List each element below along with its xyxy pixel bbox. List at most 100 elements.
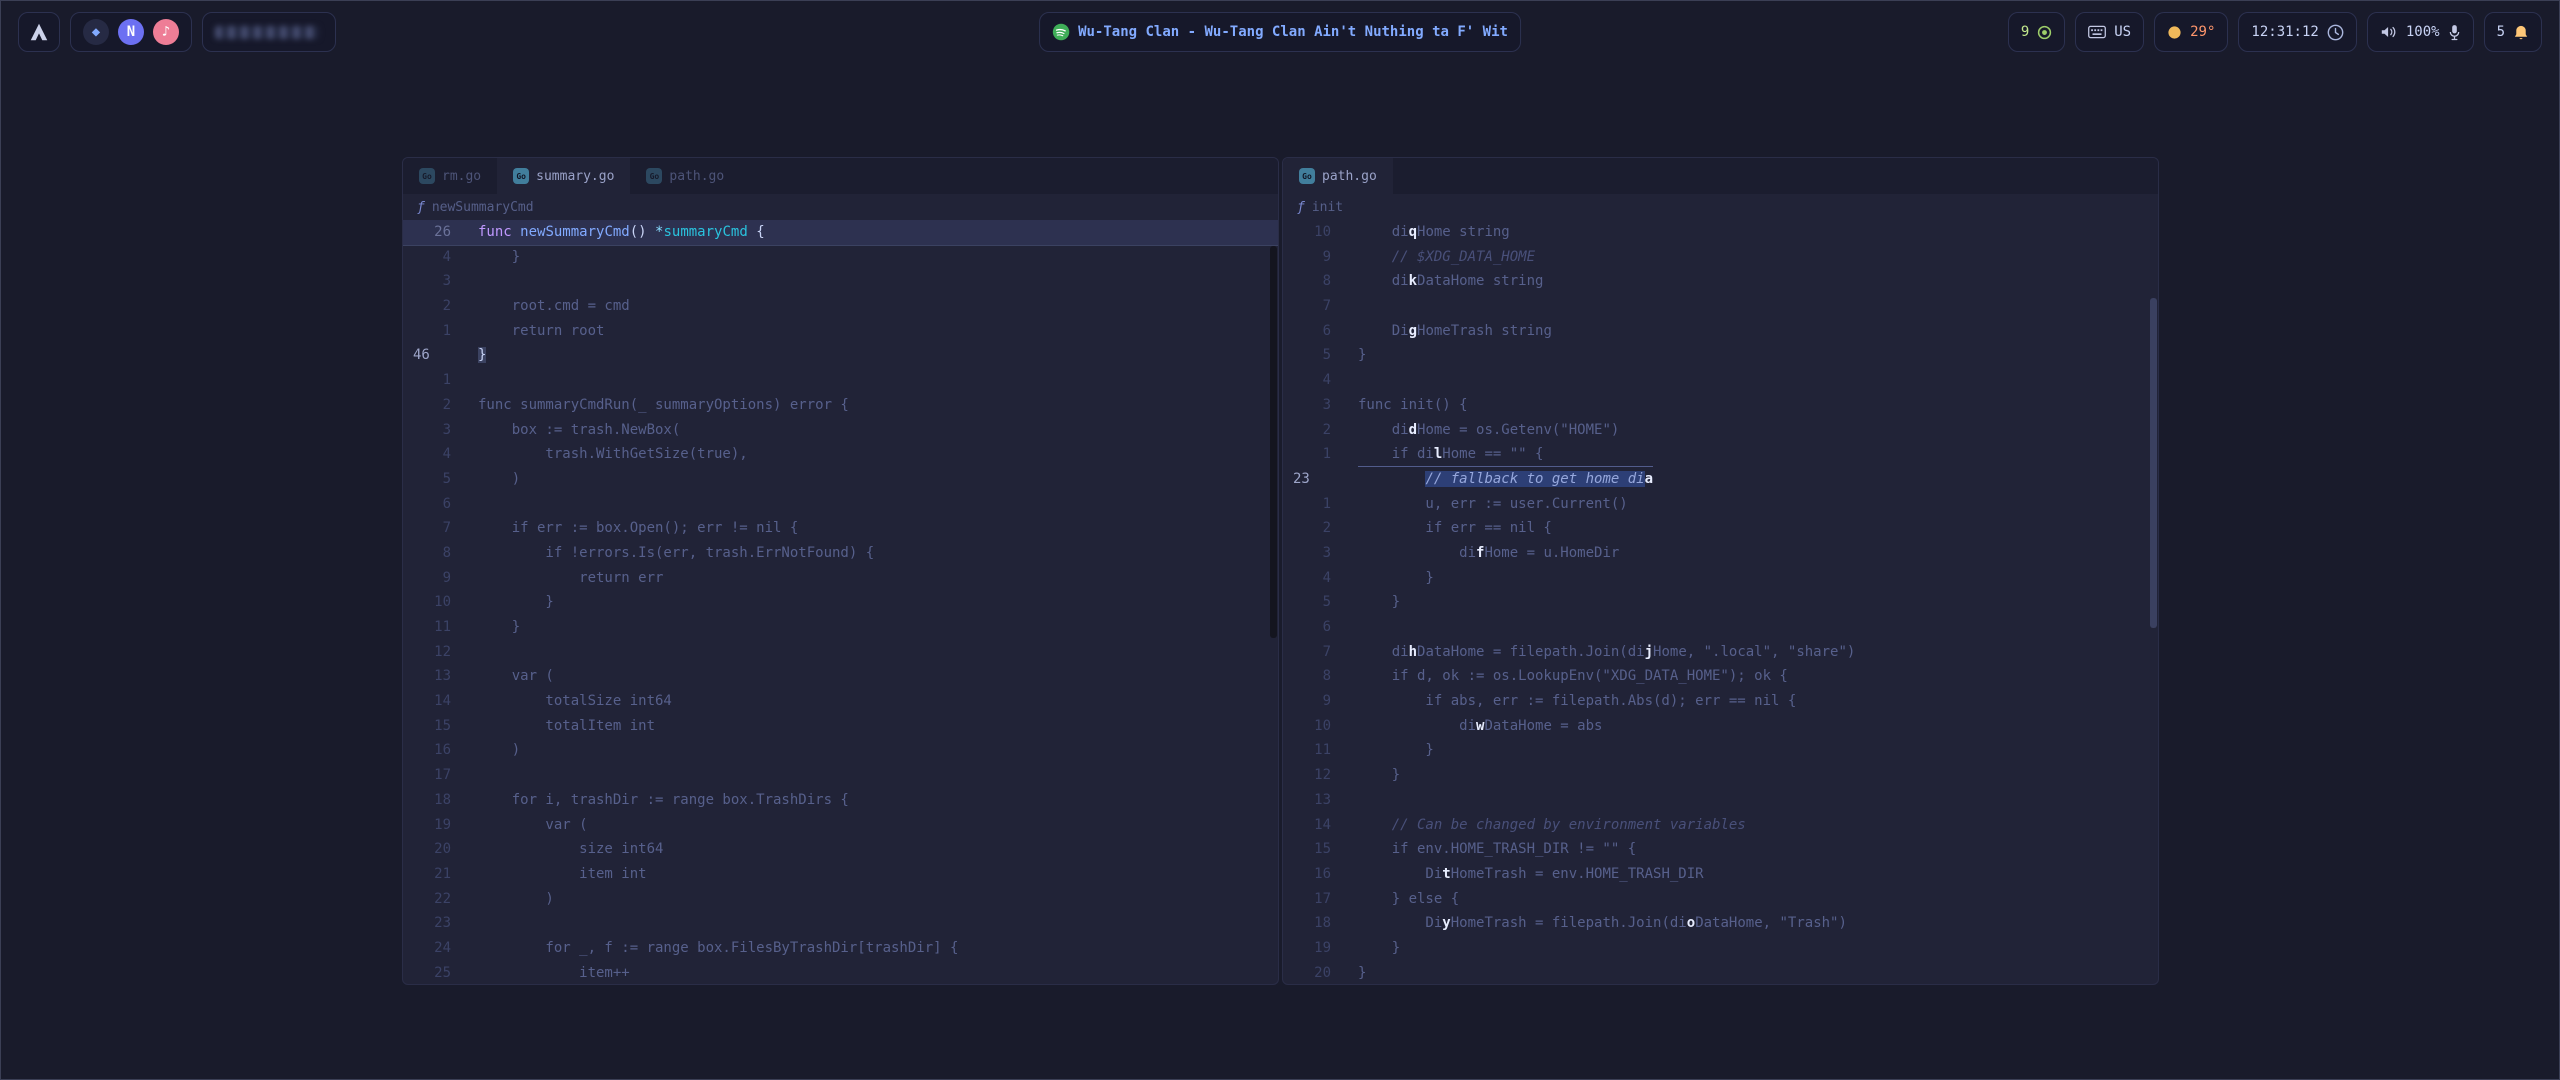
code-line: 24 for _, f := range box.FilesByTrashDir…: [403, 936, 1278, 961]
notifications-widget[interactable]: 5: [2484, 12, 2542, 52]
code-text: func init() {: [1358, 393, 1468, 418]
tab-path.go[interactable]: Gopath.go: [630, 158, 740, 194]
tab-path.go[interactable]: Gopath.go: [1283, 158, 1393, 194]
code-segment: di: [1358, 273, 1409, 289]
line-number: 20: [1283, 961, 1331, 984]
line-number: 6: [1283, 319, 1331, 344]
code-text: }: [478, 615, 520, 640]
scrollbar-thumb[interactable]: [1270, 246, 1277, 638]
dock-app-neovim[interactable]: N: [118, 19, 144, 45]
code-segment: ): [478, 891, 554, 907]
media-player-widget[interactable]: Wu-Tang Clan - Wu-Tang Clan Ain't Nuthin…: [1039, 12, 1521, 52]
code-text: }: [1358, 961, 1366, 984]
code-segment: }: [478, 249, 520, 265]
line-number: 4: [1283, 566, 1331, 591]
code-line: 1 return root: [403, 319, 1278, 344]
code-line: 19 }: [1283, 936, 2158, 961]
code-segment: k: [1409, 273, 1417, 289]
code-segment: }: [478, 594, 554, 610]
code-segment: func init() {: [1358, 397, 1468, 413]
code-text: ): [478, 467, 520, 492]
code-line: 16 DitHomeTrash = env.HOME_TRASH_DIR: [1283, 862, 2158, 887]
code-line: 3 box := trash.NewBox(: [403, 418, 1278, 443]
line-number: 3: [1283, 541, 1331, 566]
weather-widget[interactable]: 29°: [2154, 12, 2228, 52]
code-line: 10 diwDataHome = abs: [1283, 714, 2158, 739]
code-text: item int: [478, 862, 647, 887]
line-number: 11: [403, 615, 451, 640]
launcher-button[interactable]: [18, 12, 60, 52]
line-number: 7: [403, 516, 451, 541]
code-segment: if env.HOME_TRASH_DIR != "" {: [1358, 841, 1636, 857]
code-line: 8 dikDataHome string: [1283, 269, 2158, 294]
tab-bar: Gopath.go: [1283, 158, 2158, 194]
tab-summary.go[interactable]: Gosummary.go: [497, 158, 630, 194]
line-number: 1: [403, 319, 451, 344]
code-segment: if abs, err := filepath.Abs(d); err == n…: [1358, 693, 1796, 709]
line-number: 9: [1283, 245, 1331, 270]
line-number: 2: [1283, 516, 1331, 541]
code-segment: {: [748, 224, 765, 240]
code-segment: return err: [478, 570, 663, 586]
code-text: // fallback to get home dia: [1358, 467, 1653, 492]
code-text: DiyHomeTrash = filepath.Join(dioDataHome…: [1358, 911, 1847, 936]
code-line: 2 didHome = os.Getenv("HOME"): [1283, 418, 2158, 443]
clock-widget[interactable]: 12:31:12: [2238, 12, 2356, 52]
code-line: 15 if env.HOME_TRASH_DIR != "" {: [1283, 837, 2158, 862]
code-text: var (: [478, 813, 588, 838]
code-line: 17: [403, 763, 1278, 788]
code-line: 20 size int64: [403, 837, 1278, 862]
tab-rm.go[interactable]: Gorm.go: [403, 158, 497, 194]
code-segment: Di: [1358, 323, 1409, 339]
code-line: 22 ): [403, 887, 1278, 912]
code-line: 5 }: [1283, 590, 2158, 615]
code-segment: HomeTrash string: [1417, 323, 1552, 339]
scrollbar-thumb[interactable]: [2150, 298, 2157, 628]
active-window-title[interactable]: [202, 12, 336, 52]
code-text: diqHome string: [1358, 220, 1510, 245]
code-line: 21 item int: [403, 862, 1278, 887]
code-segment: ): [478, 742, 520, 758]
code-segment: size int64: [478, 841, 663, 857]
code-area[interactable]: 10 diqHome string9 // $XDG_DATA_HOME8 di…: [1283, 220, 2158, 984]
code-text: DitHomeTrash = env.HOME_TRASH_DIR: [1358, 862, 1704, 887]
code-text: ): [478, 738, 520, 763]
code-segment: totalItem int: [478, 718, 655, 734]
editor-pane-left[interactable]: Gorm.goGosummary.goGopath.go ƒ newSummar…: [402, 157, 1279, 985]
dock-app-3[interactable]: ♪: [153, 19, 179, 45]
code-text: item++: [478, 961, 630, 984]
code-segment: func: [478, 224, 520, 240]
bell-icon: [2513, 24, 2529, 41]
code-segment: ): [478, 471, 520, 487]
code-line: 6 DigHomeTrash string: [1283, 319, 2158, 344]
code-segment: box := trash.NewBox(: [478, 422, 680, 438]
code-area[interactable]: 26func newSummaryCmd() *summaryCmd {4 }3…: [403, 220, 1278, 984]
keyboard-layout-widget[interactable]: US: [2075, 12, 2144, 52]
code-line: 6: [403, 492, 1278, 517]
notification-count: 5: [2497, 24, 2505, 40]
code-line: 9 return err: [403, 566, 1278, 591]
volume-widget[interactable]: 100%: [2367, 12, 2474, 52]
dock-app-1[interactable]: ◆: [83, 19, 109, 45]
line-number: 18: [403, 788, 451, 813]
code-text: }: [1358, 566, 1434, 591]
code-segment: DataHome string: [1417, 273, 1543, 289]
code-segment: }: [1358, 570, 1434, 586]
code-segment: if di: [1358, 446, 1434, 462]
line-number: 5: [1283, 590, 1331, 615]
code-segment: summaryCmd: [663, 224, 747, 240]
code-segment: if err := box.Open(); err != nil {: [478, 520, 798, 536]
code-line: 8 if d, ok := os.LookupEnv("XDG_DATA_HOM…: [1283, 664, 2158, 689]
editor-pane-right[interactable]: Gopath.go ƒ init 10 diqHome string9 // $…: [1282, 157, 2159, 985]
line-number: 23: [1283, 467, 1331, 492]
code-line: 13 var (: [403, 664, 1278, 689]
code-line: 46}: [403, 343, 1278, 368]
code-segment: g: [1409, 323, 1417, 339]
line-number: 3: [403, 418, 451, 443]
go-file-icon: Go: [419, 168, 435, 184]
code-segment: for i, trashDir := range box.TrashDirs {: [478, 792, 849, 808]
line-number: 4: [403, 245, 451, 270]
breadcrumb: ƒ init: [1283, 194, 2158, 220]
code-segment: trash.WithGetSize(true),: [478, 446, 748, 462]
status-counter-widget[interactable]: 9: [2008, 12, 2065, 52]
